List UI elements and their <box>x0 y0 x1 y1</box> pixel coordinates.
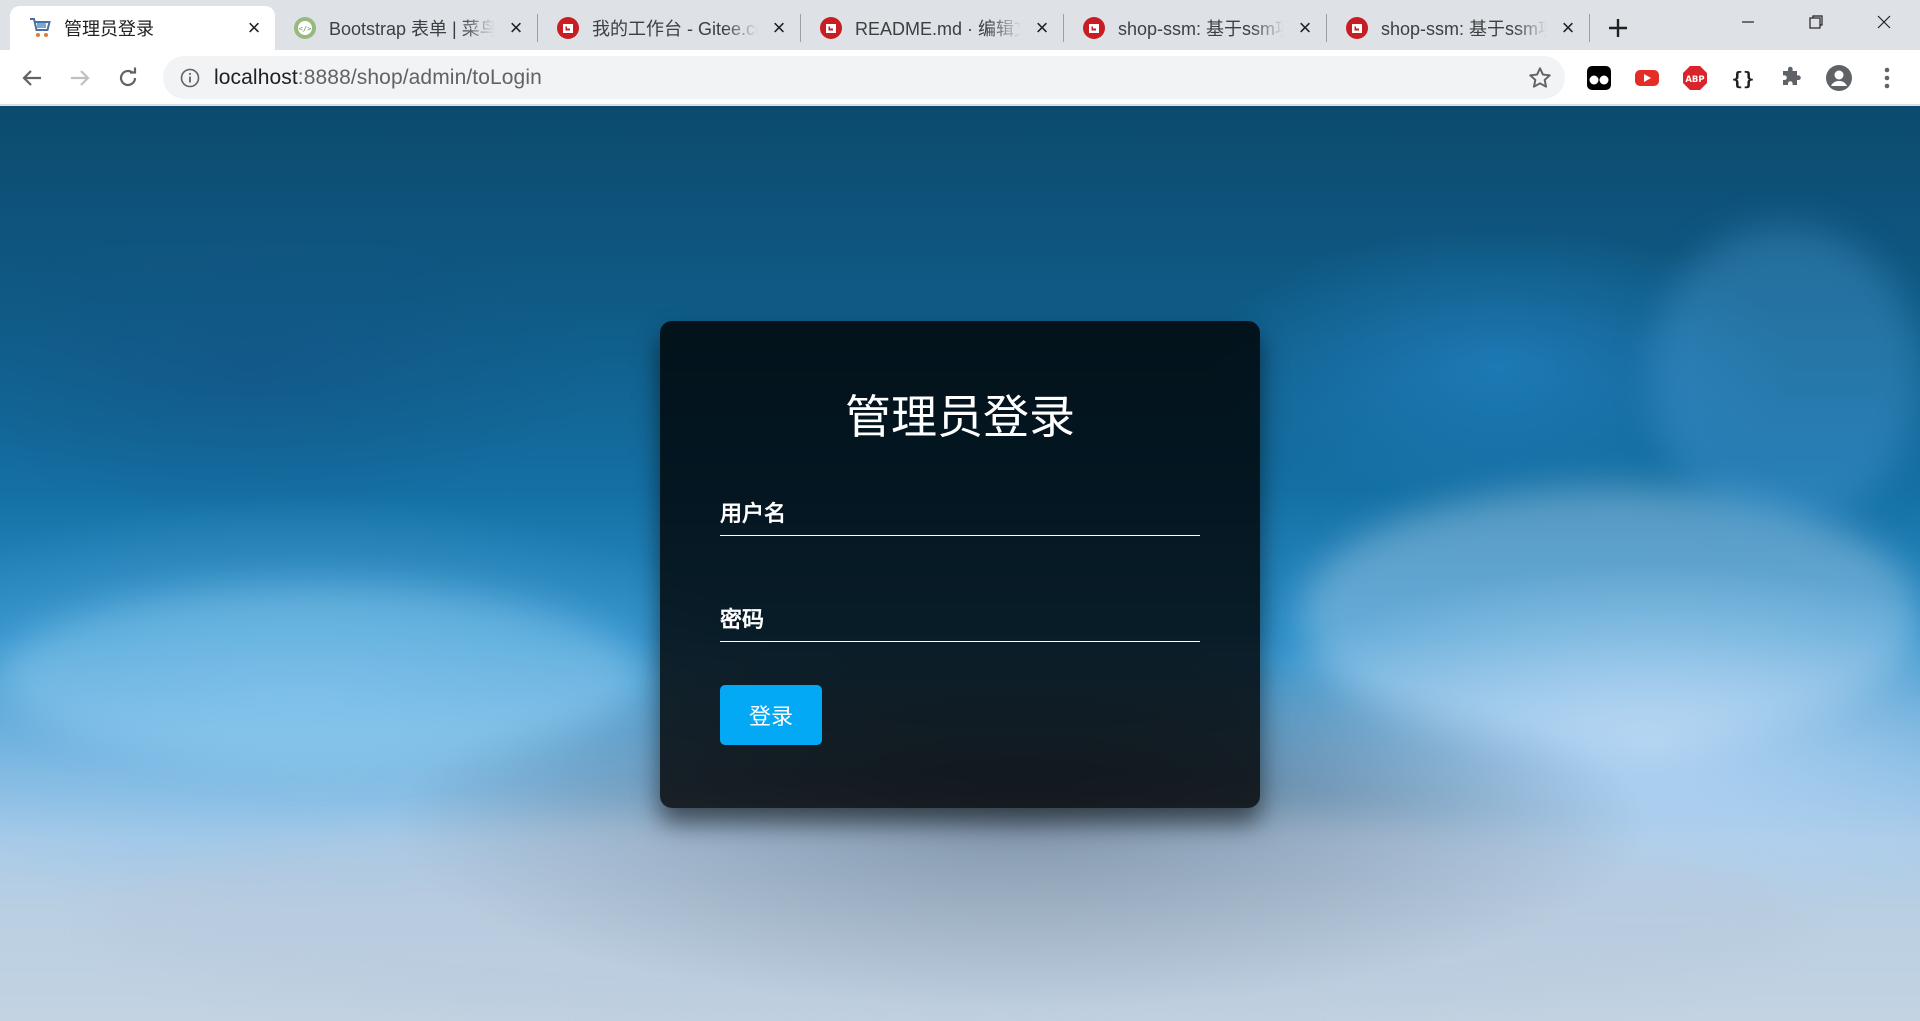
close-icon[interactable]: × <box>1557 15 1579 40</box>
runoob-icon: </> <box>293 16 317 40</box>
url-path: :8888/shop/admin/toLogin <box>297 65 542 89</box>
menu-dots-icon[interactable] <box>1871 62 1903 94</box>
gitee-icon <box>1345 16 1369 40</box>
username-input[interactable] <box>720 490 1200 535</box>
login-card: 管理员登录 用户名 密码 登录 <box>660 321 1260 808</box>
tab-title: shop-ssm: 基于ssm项目 <box>1118 19 1284 39</box>
tampermonkey-icon[interactable] <box>1583 62 1615 94</box>
minimize-icon <box>1742 21 1754 23</box>
cart-icon <box>28 16 52 40</box>
tab-admin-login[interactable]: 管理员登录 × <box>10 6 275 50</box>
page-background: 管理员登录 用户名 密码 登录 <box>0 106 1920 1021</box>
reload-button[interactable] <box>108 58 148 98</box>
foam-decoration <box>0 586 640 766</box>
close-icon[interactable]: × <box>1031 15 1053 40</box>
address-bar[interactable]: localhost:8888/shop/admin/toLogin <box>163 56 1565 99</box>
login-title: 管理员登录 <box>845 391 1075 443</box>
tab-readme[interactable]: README.md · 编辑文件 × <box>801 6 1063 50</box>
tab-title: Bootstrap 表单 | 菜鸟教程 <box>329 19 495 39</box>
username-label: 用户名 <box>720 501 787 526</box>
back-button[interactable] <box>12 58 52 98</box>
tab-title: 管理员登录 <box>64 19 154 39</box>
account-icon[interactable] <box>1823 62 1855 94</box>
username-field[interactable]: 用户名 <box>720 490 1200 536</box>
tab-strip: 管理员登录 × </> Bootstrap 表单 | 菜鸟教程 × 我的工作台 … <box>0 0 1920 50</box>
url-host: localhost <box>214 65 298 89</box>
minimize-button[interactable] <box>1714 0 1782 44</box>
arrow-left-icon <box>22 70 41 86</box>
password-label: 密码 <box>720 607 765 632</box>
restore-button[interactable] <box>1782 0 1850 44</box>
svg-text:ABP: ABP <box>1685 75 1704 85</box>
close-icon[interactable]: × <box>505 15 527 40</box>
arrow-right-icon <box>71 70 90 86</box>
tab-title: shop-ssm: 基于ssm项目 <box>1381 19 1547 39</box>
svg-text:</>: </> <box>299 25 312 33</box>
close-window-button[interactable] <box>1850 0 1918 44</box>
sand-decoration <box>100 806 1800 1021</box>
gitee-icon <box>1082 16 1106 40</box>
plus-icon <box>1609 19 1627 37</box>
gitee-icon <box>556 16 580 40</box>
foam-decoration <box>1300 486 1920 746</box>
info-icon[interactable] <box>178 66 202 90</box>
youtube-icon[interactable] <box>1631 62 1663 94</box>
tab-shop-ssm-2[interactable]: shop-ssm: 基于ssm项目 × <box>1327 6 1589 50</box>
tab-title: README.md · 编辑文件 <box>855 19 1021 39</box>
bookmark-star-icon[interactable] <box>1527 65 1553 91</box>
restore-icon <box>1809 15 1823 29</box>
tab-separator <box>1589 14 1590 42</box>
reload-icon <box>119 67 137 87</box>
close-icon[interactable]: × <box>1294 15 1316 40</box>
close-icon[interactable]: × <box>768 15 790 40</box>
tab-title: 我的工作台 - Gitee.com <box>592 19 758 39</box>
gitee-icon <box>819 16 843 40</box>
tab-gitee-workbench[interactable]: 我的工作台 - Gitee.com × <box>538 6 800 50</box>
tab-shop-ssm-1[interactable]: shop-ssm: 基于ssm项目 × <box>1064 6 1326 50</box>
adblock-plus-icon[interactable]: ABP <box>1679 62 1711 94</box>
browser-toolbar: localhost:8888/shop/admin/toLogin ABP {} <box>0 50 1920 105</box>
close-icon[interactable]: × <box>243 15 265 40</box>
login-button[interactable]: 登录 <box>720 685 822 745</box>
svg-text:{}: {} <box>1732 68 1755 90</box>
tab-bootstrap[interactable]: </> Bootstrap 表单 | 菜鸟教程 × <box>275 6 537 50</box>
close-icon <box>1877 15 1891 29</box>
password-input[interactable] <box>720 596 1200 641</box>
new-tab-button[interactable] <box>1600 10 1636 46</box>
foam-decoration <box>1650 226 1920 526</box>
forward-button[interactable] <box>60 58 100 98</box>
puzzle-icon[interactable] <box>1775 62 1807 94</box>
json-viewer-icon[interactable]: {} <box>1727 62 1759 94</box>
password-field[interactable]: 密码 <box>720 596 1200 642</box>
url-text[interactable]: localhost:8888/shop/admin/toLogin <box>214 66 542 90</box>
